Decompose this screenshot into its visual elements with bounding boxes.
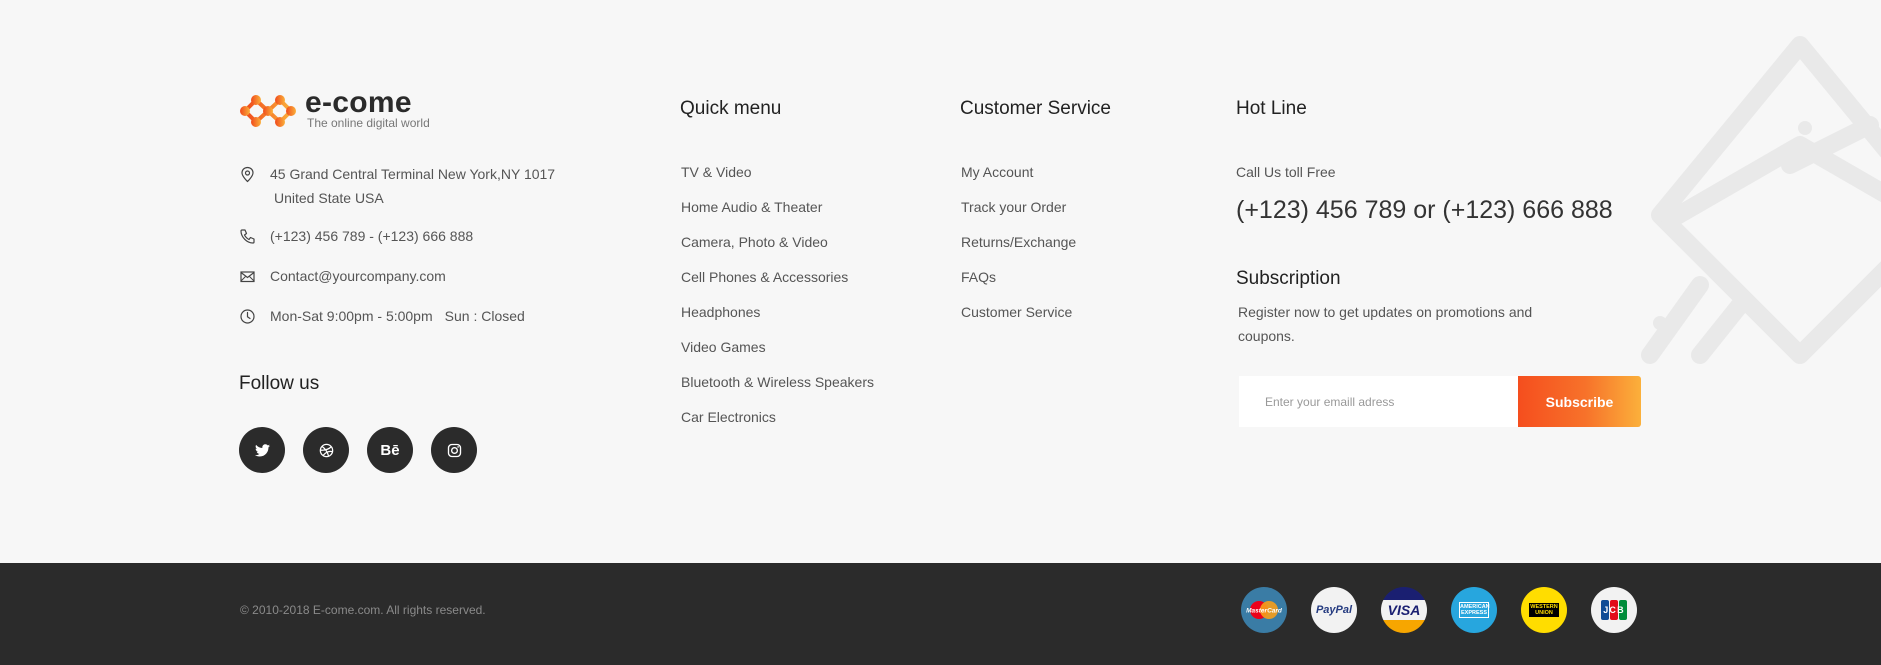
- visa-icon: VISA: [1381, 587, 1427, 633]
- clock-icon: [240, 309, 255, 324]
- brand-name: e-come: [305, 86, 412, 119]
- customer-service-list: My Account Track your Order Returns/Exch…: [961, 157, 1076, 332]
- dribbble-link[interactable]: [303, 427, 349, 473]
- footer-bottom-bar: © 2010-2018 E-come.com. All rights reser…: [0, 563, 1881, 665]
- instagram-icon: [447, 443, 461, 457]
- customer-service-title: Customer Service: [960, 98, 1111, 119]
- address-line-1: 45 Grand Central Terminal New York,NY 10…: [270, 166, 556, 182]
- western-union-icon: WESTERN UNION: [1521, 587, 1567, 633]
- paper-plane-watermark-icon: [1641, 36, 1881, 364]
- quick-menu-item[interactable]: Headphones: [681, 297, 874, 332]
- instagram-link[interactable]: [431, 427, 477, 473]
- quick-menu-item[interactable]: Video Games: [681, 332, 874, 367]
- paypal-icon: PayPal: [1311, 587, 1357, 633]
- phone-text[interactable]: (+123) 456 789 - (+123) 666 888: [270, 224, 473, 248]
- molecule-logo-icon: [240, 95, 296, 127]
- phone-icon: [240, 229, 255, 244]
- contact-phone: (+123) 456 789 - (+123) 666 888: [239, 224, 639, 248]
- svg-text:JCB: JCB: [1603, 605, 1625, 615]
- customer-service-item[interactable]: FAQs: [961, 262, 1076, 297]
- quick-menu-list: TV & Video Home Audio & Theater Camera, …: [681, 157, 874, 437]
- customer-service-item[interactable]: My Account: [961, 157, 1076, 192]
- quick-menu-title: Quick menu: [680, 98, 782, 119]
- hours-text: Mon-Sat 9:00pm - 5:00pm: [270, 308, 433, 324]
- customer-service-item[interactable]: Customer Service: [961, 297, 1076, 332]
- svg-text:MasterCard: MasterCard: [1246, 608, 1283, 615]
- behance-link[interactable]: Bē: [367, 427, 413, 473]
- social-links: Bē: [239, 427, 477, 473]
- quick-menu-item[interactable]: Camera, Photo & Video: [681, 227, 874, 262]
- contact-email: Contact@yourcompany.com: [239, 264, 639, 288]
- follow-title: Follow us: [239, 373, 320, 394]
- jcb-icon: JCB: [1591, 587, 1637, 633]
- brand-tagline: The online digital world: [307, 116, 430, 130]
- contact-address: 45 Grand Central Terminal New York,NY 10…: [239, 162, 639, 210]
- closed-text: Sun : Closed: [444, 308, 525, 324]
- subscription-title: Subscription: [1236, 268, 1341, 289]
- twitter-icon: [254, 443, 270, 456]
- behance-icon: Bē: [380, 441, 400, 459]
- quick-menu-item[interactable]: Cell Phones & Accessories: [681, 262, 874, 297]
- amex-icon: AMERICAN EXPRESS: [1451, 587, 1497, 633]
- map-pin-icon: [241, 166, 254, 183]
- copyright-text: © 2010-2018 E-come.com. All rights reser…: [240, 603, 486, 617]
- subscribe-button[interactable]: Subscribe: [1518, 376, 1641, 427]
- mastercard-icon: MasterCard: [1241, 587, 1287, 633]
- customer-service-item[interactable]: Returns/Exchange: [961, 227, 1076, 262]
- quick-menu-item[interactable]: Bluetooth & Wireless Speakers: [681, 367, 874, 402]
- footer-main: e-come The online digital world 45 Grand…: [0, 0, 1881, 563]
- subscription-text: Register now to get updates on promotion…: [1238, 304, 1533, 344]
- payment-methods: MasterCard PayPal VISA AMERICAN EXPRESS …: [1241, 587, 1637, 633]
- dribbble-icon: [319, 443, 333, 457]
- hotline-subtitle: Call Us toll Free: [1236, 164, 1336, 180]
- hotline-number[interactable]: (+123) 456 789 or (+123) 666 888: [1236, 196, 1613, 225]
- email-link[interactable]: Contact@yourcompany.com: [270, 264, 446, 288]
- contact-hours: Mon-Sat 9:00pm - 5:00pm Sun : Closed: [239, 304, 639, 328]
- hotline-title: Hot Line: [1236, 98, 1307, 119]
- envelope-icon: [240, 271, 255, 283]
- quick-menu-item[interactable]: Car Electronics: [681, 402, 874, 437]
- quick-menu-item[interactable]: TV & Video: [681, 157, 874, 192]
- quick-menu-item[interactable]: Home Audio & Theater: [681, 192, 874, 227]
- email-input[interactable]: [1239, 376, 1518, 427]
- address-line-2: United State USA: [274, 190, 384, 206]
- twitter-link[interactable]: [239, 427, 285, 473]
- subscription-form: Subscribe: [1239, 376, 1641, 427]
- customer-service-item[interactable]: Track your Order: [961, 192, 1076, 227]
